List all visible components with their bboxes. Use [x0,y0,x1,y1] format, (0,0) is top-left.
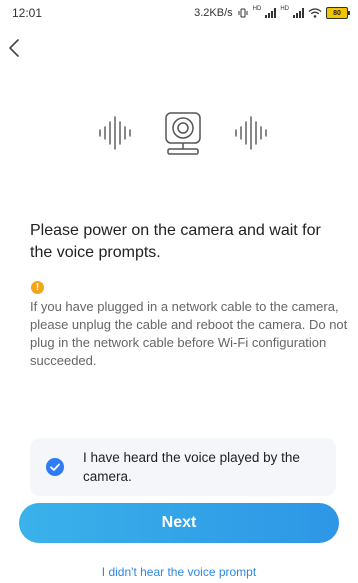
instruction-text: Please power on the camera and wait for … [30,222,321,261]
warning-text: If you have plugged in a network cable t… [30,299,348,368]
network-speed: 3.2KB/s [194,7,233,19]
camera-body [165,112,201,155]
sound-wave-right [235,116,267,150]
network-label-2: HD [280,6,289,12]
camera-voice-icon [99,112,267,155]
next-button[interactable]: Next [19,503,339,543]
vibrate-icon [238,8,248,18]
status-time: 12:01 [12,6,43,20]
voice-heard-checkbox-card[interactable]: I have heard the voice played by the cam… [30,438,336,496]
voice-heard-label: I have heard the voice played by the cam… [83,450,300,484]
signal-icon [265,8,277,18]
wifi-icon [308,8,322,18]
status-bar: 12:01 3.2KB/s HD HD 80 [0,0,358,26]
no-voice-prompt-link[interactable]: I didn't hear the voice prompt [0,565,358,579]
warning-icon: ! [31,281,44,294]
signal-icon [293,8,304,18]
check-icon [50,463,60,471]
checkbox-checked-icon[interactable] [46,458,64,476]
back-button[interactable] [8,38,30,62]
chevron-left-icon [9,39,19,57]
status-icons: 3.2KB/s HD HD 80 [194,6,350,19]
network-label-1: HD [252,6,262,12]
sound-wave-left [99,116,131,150]
battery-icon: 80 [326,7,350,19]
